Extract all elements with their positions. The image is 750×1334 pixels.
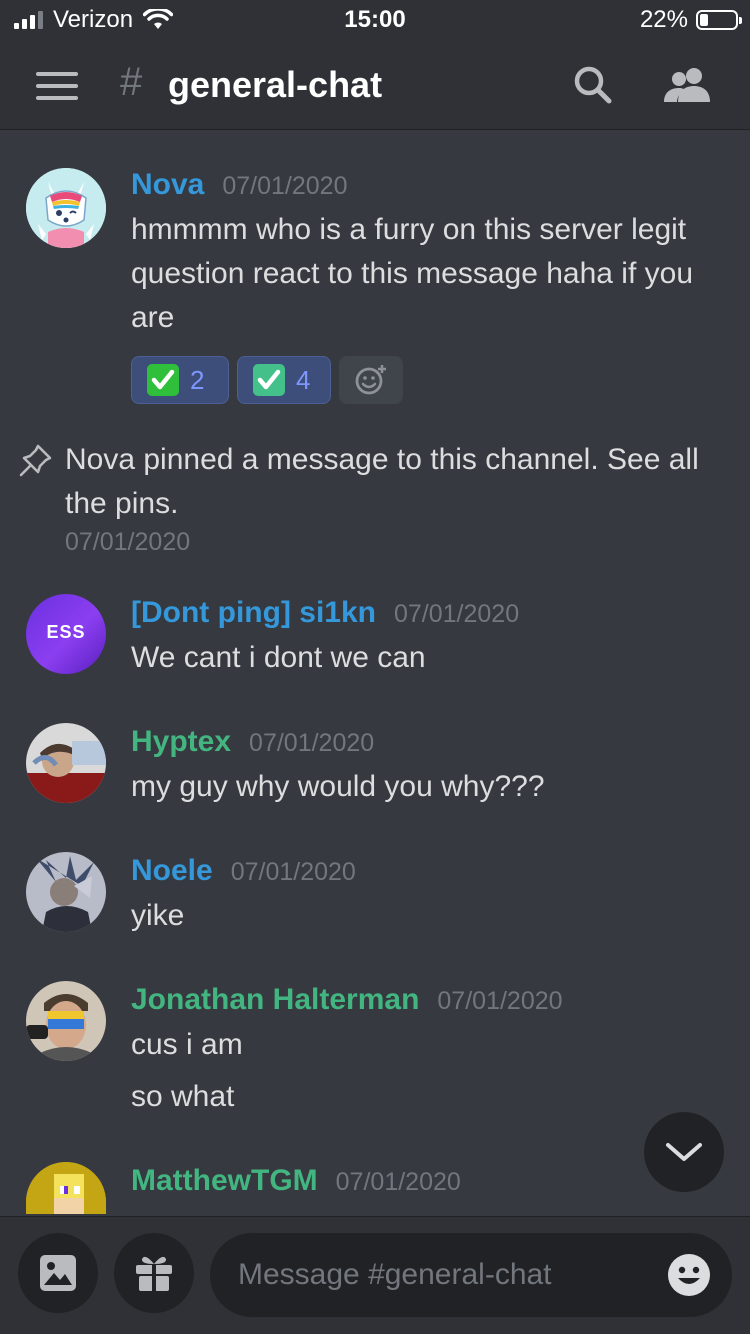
battery-percent: 22% xyxy=(639,6,688,33)
username[interactable]: Nova xyxy=(131,168,204,202)
avatar-text: ESS xyxy=(46,622,86,642)
timestamp: 07/01/2020 xyxy=(230,858,356,886)
avatar[interactable] xyxy=(26,852,106,932)
avatar[interactable] xyxy=(26,723,106,803)
members-icon[interactable] xyxy=(662,64,714,106)
timestamp: 07/01/2020 xyxy=(65,528,191,556)
message-text: We cant i dont we can xyxy=(131,641,426,674)
reaction-count: 4 xyxy=(296,364,311,395)
pin-icon xyxy=(19,444,52,477)
clock: 15:00 xyxy=(344,6,406,33)
username[interactable]: Hyptex xyxy=(131,725,231,759)
avatar[interactable] xyxy=(26,168,106,248)
green-check-box-icon xyxy=(147,364,179,396)
emoji-icon[interactable] xyxy=(666,1252,712,1298)
status-right: 22% xyxy=(639,6,742,34)
avatar[interactable]: ESS xyxy=(26,594,106,674)
channel-header: # general-chat xyxy=(0,42,750,130)
username[interactable]: MatthewTGM xyxy=(131,1164,318,1198)
message-text: my guy why would you why??? xyxy=(131,770,545,803)
pin-text[interactable]: Nova pinned a message to this channel. S… xyxy=(65,438,728,526)
reaction-green-check[interactable]: 2 xyxy=(131,356,229,404)
avatar[interactable] xyxy=(26,981,106,1061)
gift-icon xyxy=(136,1256,172,1291)
user-photo-avatar xyxy=(26,981,106,1061)
gift-button[interactable] xyxy=(114,1233,194,1313)
hash-icon: # xyxy=(120,60,143,104)
status-bar: Verizon 15:00 22% xyxy=(0,0,750,42)
message-input[interactable]: Message #general-chat xyxy=(210,1233,732,1317)
message-composer: Message #general-chat xyxy=(0,1216,750,1334)
timestamp: 07/01/2020 xyxy=(393,600,520,628)
add-reaction-icon xyxy=(355,365,386,395)
message-text: yike xyxy=(131,899,185,932)
add-reaction-button[interactable] xyxy=(339,356,403,404)
message-text: cus i am xyxy=(131,1028,243,1061)
image-upload-button[interactable] xyxy=(18,1233,98,1313)
reactions: 2 4 xyxy=(131,356,730,404)
username[interactable]: [Dont ping] si1kn xyxy=(131,596,376,630)
message-input-placeholder: Message #general-chat xyxy=(238,1258,552,1291)
teal-check-mark-icon xyxy=(253,364,285,396)
chevron-down-icon xyxy=(666,1143,702,1161)
pixel-avatar xyxy=(26,1162,106,1214)
character-art-avatar xyxy=(26,852,106,932)
username[interactable]: Noele xyxy=(131,854,213,888)
jump-to-bottom-button[interactable] xyxy=(644,1112,724,1192)
battery-icon xyxy=(696,10,742,30)
user-photo-avatar xyxy=(26,723,106,803)
search-icon[interactable] xyxy=(572,64,614,106)
timestamp: 07/01/2020 xyxy=(249,729,375,757)
avatar[interactable] xyxy=(26,1162,106,1214)
message-text: hmmmm who is a furry on this server legi… xyxy=(131,213,694,334)
message-text: so what xyxy=(131,1080,235,1113)
channel-title[interactable]: general-chat xyxy=(168,64,382,106)
image-icon xyxy=(40,1255,76,1291)
fox-avatar-image xyxy=(26,168,106,248)
timestamp: 07/01/2020 xyxy=(437,987,563,1015)
timestamp: 07/01/2020 xyxy=(335,1168,461,1196)
reaction-teal-check[interactable]: 4 xyxy=(237,356,331,404)
reaction-count: 2 xyxy=(190,364,205,395)
timestamp: 07/01/2020 xyxy=(222,172,348,200)
username[interactable]: Jonathan Halterman xyxy=(131,983,419,1017)
menu-icon[interactable] xyxy=(36,72,78,100)
